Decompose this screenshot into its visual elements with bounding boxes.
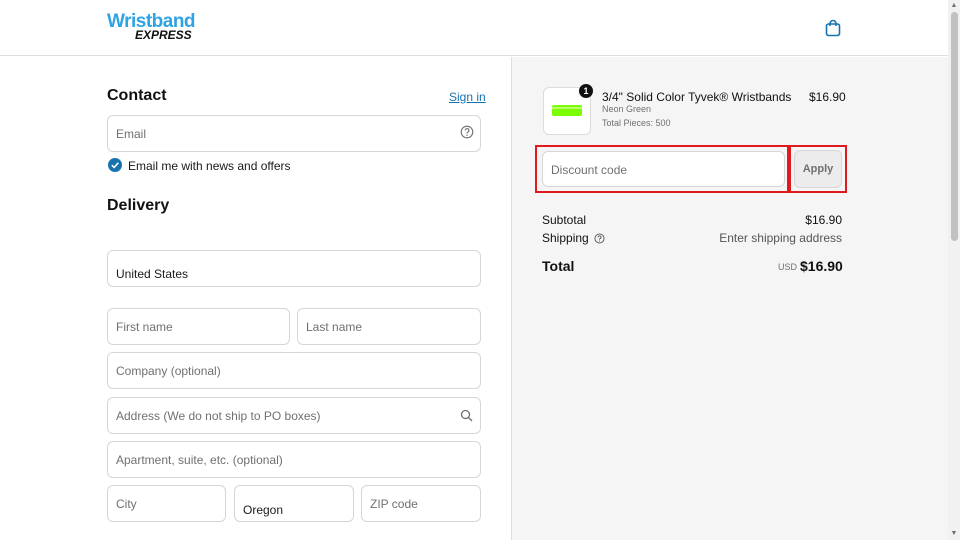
first-name-field[interactable]: First name [107,308,290,345]
site-header: Wristband EXPRESS [0,0,948,56]
scroll-down-arrow-icon[interactable]: ▼ [950,530,958,538]
country-select[interactable]: United States [107,250,481,287]
apartment-placeholder: Apartment, suite, etc. (optional) [116,453,283,467]
shopping-bag-icon[interactable] [824,19,842,37]
address-placeholder: Address (We do not ship to PO boxes) [116,409,321,423]
discount-placeholder: Discount code [551,163,628,177]
email-placeholder: Email [116,127,147,141]
last-name-field[interactable]: Last name [297,308,481,345]
city-field[interactable]: City [107,485,226,522]
search-icon [460,409,473,422]
newsletter-label: Email me with news and offers [128,159,291,173]
address-field[interactable]: Address (We do not ship to PO boxes) [107,397,481,434]
shipping-value: Enter shipping address [719,231,842,245]
contact-heading: Contact [107,87,167,104]
email-field[interactable]: Email [107,115,481,152]
sign-in-link[interactable]: Sign in [449,90,486,104]
product-name: 3/4" Solid Color Tyvek® Wristbands [602,90,792,104]
city-placeholder: City [116,497,137,511]
country-value: United States [116,267,189,281]
newsletter-checkbox[interactable] [108,158,122,172]
total-label: Total [542,258,575,274]
subtotal-label: Subtotal [542,213,587,227]
first-name-placeholder: First name [116,320,173,334]
state-value: Oregon [243,503,284,517]
state-select[interactable]: Oregon [234,485,354,522]
scroll-up-arrow-icon[interactable]: ▲ [950,2,958,10]
last-name-placeholder: Last name [306,320,363,334]
apply-button[interactable]: Apply [794,150,842,188]
quantity-badge: 1 [579,84,593,98]
scrollbar-thumb[interactable] [951,12,958,241]
brand-name-bottom: EXPRESS [135,28,192,42]
zip-placeholder: ZIP code [370,497,418,511]
shipping-label-text: Shipping [542,231,589,245]
apartment-field[interactable]: Apartment, suite, etc. (optional) [107,441,481,478]
help-icon[interactable] [594,233,605,244]
product-price: $16.90 [809,90,846,104]
delivery-heading: Delivery [107,197,170,214]
zip-field[interactable]: ZIP code [361,485,481,522]
check-icon [111,162,119,169]
total-value: $16.90 [800,258,843,274]
brand-logo[interactable]: Wristband EXPRESS [107,12,196,43]
discount-code-input[interactable]: Discount code [542,151,785,187]
subtotal-value: $16.90 [805,213,842,227]
shipping-label: Shipping [542,231,605,245]
total-currency: USD [778,262,798,272]
help-icon[interactable] [460,125,474,139]
product-pieces: Total Pieces: 500 [602,118,671,128]
company-field[interactable]: Company (optional) [107,352,481,389]
product-variant: Neon Green [602,104,652,114]
company-placeholder: Company (optional) [116,364,221,378]
